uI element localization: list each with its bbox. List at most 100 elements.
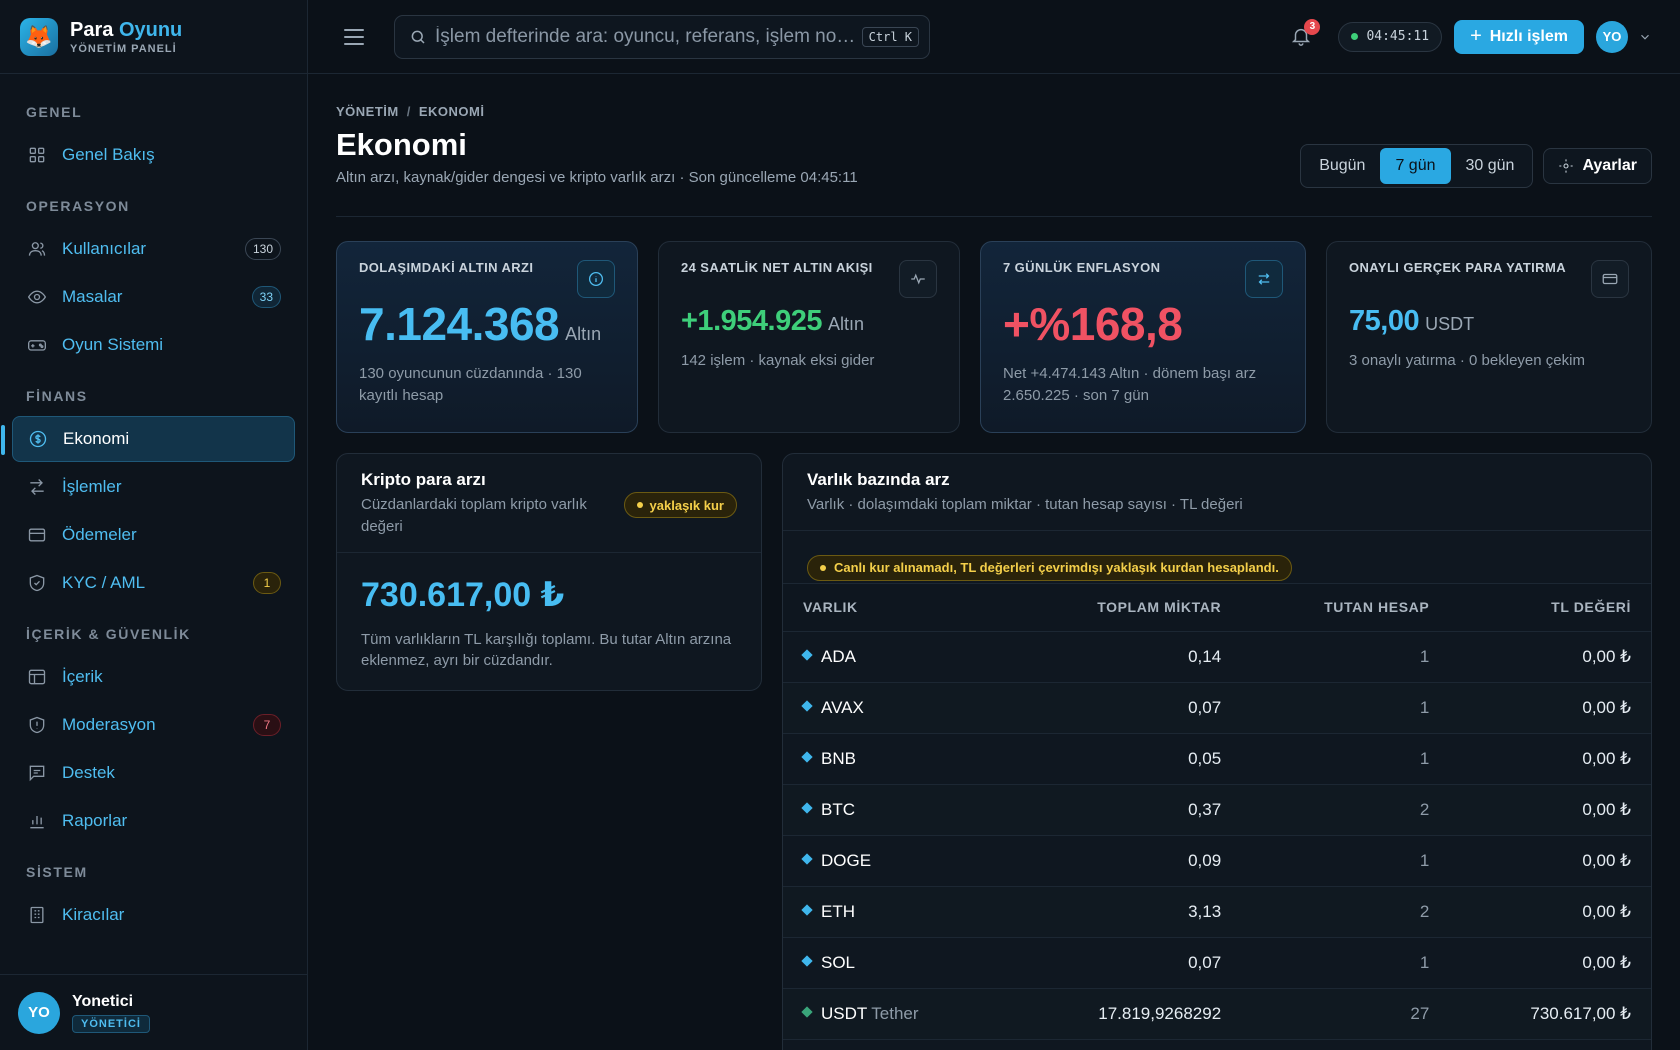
sidebar-item-oyun-sistemi[interactable]: Oyun Sistemi bbox=[12, 322, 295, 368]
notification-count: 3 bbox=[1304, 18, 1321, 35]
approx-rate-badge: yaklaşık kur bbox=[623, 492, 737, 518]
chevron-down-icon[interactable] bbox=[1638, 30, 1652, 44]
search-box[interactable]: Ctrl K bbox=[394, 14, 930, 59]
stat-value: 75,00 bbox=[1349, 305, 1420, 337]
sidebar-item-odemeler[interactable]: Ödemeler bbox=[12, 512, 295, 558]
card-subtitle: Cüzdanlardaki toplam kripto varlık değer… bbox=[361, 496, 587, 535]
sidebar-item-kyc-aml[interactable]: KYC / AML 1 bbox=[12, 560, 295, 606]
range-7-days[interactable]: 7 gün bbox=[1380, 148, 1451, 184]
sidebar-item-ekonomi[interactable]: Ekonomi bbox=[1, 416, 295, 462]
table-row[interactable]: BTC 0,37 2 0,00 ₺ bbox=[783, 784, 1651, 836]
table-row[interactable]: USDT Tether 17.819,9268292 27 730.617,00 … bbox=[783, 988, 1651, 1040]
card-title: Kripto para arzı bbox=[361, 470, 486, 489]
sidebar-nav: GENEL Genel Bakış OPERASYON Kullanıcılar… bbox=[0, 74, 307, 974]
sidebar-item-label: İçerik bbox=[62, 667, 103, 686]
amount-cell: 0,05 bbox=[1006, 733, 1242, 785]
crypto-note: Tüm varlıkların TL karşılığı toplamı. Bu… bbox=[361, 630, 732, 670]
stat-card-net-flow: 24 SAATLİK NET ALTIN AKIŞI +1.954.925 Alt… bbox=[658, 241, 960, 433]
column-header[interactable]: VARLIK bbox=[783, 582, 1007, 632]
nav-section-title: OPERASYON bbox=[26, 198, 130, 214]
sidebar-item-kiracilar[interactable]: Kiracılar bbox=[12, 892, 295, 938]
pulse-icon[interactable] bbox=[899, 260, 937, 298]
layout-icon bbox=[26, 666, 48, 688]
range-today[interactable]: Bugün bbox=[1304, 148, 1380, 184]
notifications-button[interactable]: 3 bbox=[1290, 18, 1321, 49]
sidebar-item-kullanicilar[interactable]: Kullanıcılar 130 bbox=[12, 226, 295, 272]
holders-cell: 1 bbox=[1241, 682, 1450, 734]
nav-section-title: FİNANS bbox=[26, 388, 88, 404]
breadcrumb-item[interactable]: YÖNETİM bbox=[336, 104, 399, 119]
card-icon[interactable] bbox=[1591, 260, 1629, 298]
sidebar-item-label: KYC / AML bbox=[62, 573, 146, 592]
users-icon bbox=[26, 238, 48, 260]
nav-section-title: SİSTEM bbox=[26, 864, 88, 880]
eye-icon bbox=[26, 286, 48, 308]
sidebar-item-moderasyon[interactable]: Moderasyon 7 bbox=[12, 702, 295, 748]
shield-alert-icon bbox=[26, 714, 48, 736]
tl-value-cell: 0,00 ₺ bbox=[1449, 682, 1651, 734]
table-row[interactable]: DOGE 0,09 1 0,00 ₺ bbox=[783, 835, 1651, 887]
info-icon[interactable] bbox=[577, 260, 615, 298]
search-input[interactable] bbox=[435, 25, 862, 48]
nav-section-title: GENEL bbox=[26, 104, 83, 120]
asset-name: BNB bbox=[821, 748, 856, 768]
holders-cell: 2 bbox=[1241, 886, 1450, 938]
range-selector: Bugün 7 gün 30 gün bbox=[1300, 144, 1534, 188]
stat-unit: Altın bbox=[565, 324, 602, 344]
column-header[interactable]: TOPLAM MİKTAR bbox=[1006, 582, 1242, 632]
stat-card-gold-supply: DOLAŞIMDAKİ ALTIN ARZI 7.124.368 Altın 13… bbox=[336, 241, 638, 433]
topbar: Ctrl K 3 04:45:11 + Hızlı işlem YO bbox=[308, 0, 1680, 74]
stat-description: 3 onaylı yatırma · 0 bekleyen çekim bbox=[1349, 352, 1585, 369]
stat-unit: Altın bbox=[827, 314, 864, 334]
sidebar: 🦊 Para Oyunu YÖNETİM PANELİ GENEL Genel … bbox=[0, 0, 308, 1050]
sidebar-item-islemler[interactable]: İşlemler bbox=[12, 464, 295, 510]
sidebar-item-label: Oyun Sistemi bbox=[62, 335, 164, 354]
stat-cards: DOLAŞIMDAKİ ALTIN ARZI 7.124.368 Altın 13… bbox=[336, 241, 1652, 433]
sidebar-item-masalar[interactable]: Masalar 33 bbox=[12, 274, 295, 320]
brand[interactable]: 🦊 Para Oyunu YÖNETİM PANELİ bbox=[0, 0, 307, 74]
sidebar-item-label: Ekonomi bbox=[63, 429, 130, 448]
diamond-icon bbox=[801, 1006, 813, 1018]
tl-value-cell: 730.617,00 ₺ bbox=[1449, 988, 1651, 1040]
quick-action-label: Hızlı işlem bbox=[1489, 27, 1568, 45]
stat-label: DOLAŞIMDAKİ ALTIN ARZI bbox=[359, 260, 534, 275]
user-menu-avatar[interactable]: YO bbox=[1596, 20, 1628, 53]
stat-description: Net +4.474.143 Altın · dönem başı arz 2.… bbox=[1003, 365, 1257, 404]
quick-action-button[interactable]: + Hızlı işlem bbox=[1454, 19, 1584, 54]
role-badge: YÖNETİCİ bbox=[72, 1014, 150, 1033]
current-user[interactable]: YO Yonetici YÖNETİCİ bbox=[0, 974, 307, 1050]
swap-icon[interactable] bbox=[1245, 260, 1283, 298]
stat-label: ONAYLI GERÇEK PARA YATIRMA bbox=[1349, 260, 1566, 275]
main-content: YÖNETİM / EKONOMİ Ekonomi Altın arzı, kayn… bbox=[336, 74, 1652, 1050]
column-header[interactable]: TL DEĞERİ bbox=[1449, 582, 1651, 632]
column-header[interactable]: TUTAN HESAP bbox=[1241, 582, 1450, 632]
table-row[interactable]: BNB 0,05 1 0,00 ₺ bbox=[783, 733, 1651, 785]
range-30-days[interactable]: 30 gün bbox=[1451, 148, 1530, 184]
menu-icon[interactable] bbox=[344, 25, 368, 49]
sidebar-item-genel-bakis[interactable]: Genel Bakış bbox=[12, 132, 295, 178]
grid-icon bbox=[26, 144, 48, 166]
settings-button[interactable]: Ayarlar bbox=[1543, 148, 1652, 184]
table-row[interactable]: AVAX 0,07 1 0,00 ₺ bbox=[783, 682, 1651, 734]
diamond-icon bbox=[801, 853, 813, 865]
asset-name: BTC bbox=[821, 799, 855, 819]
holders-cell: 27 bbox=[1241, 988, 1450, 1040]
table-row[interactable]: ADA 0,14 1 0,00 ₺ bbox=[783, 631, 1651, 683]
table-row[interactable]: ETH 3,13 2 0,00 ₺ bbox=[783, 886, 1651, 938]
count-badge: 130 bbox=[244, 238, 281, 260]
holders-cell: 1 bbox=[1241, 631, 1450, 683]
table-row[interactable]: SOL 0,07 1 0,00 ₺ bbox=[783, 937, 1651, 989]
stat-value: +1.954.925 bbox=[681, 305, 822, 337]
plus-icon: + bbox=[1470, 25, 1482, 47]
breadcrumb: YÖNETİM / EKONOMİ bbox=[336, 104, 485, 119]
sidebar-item-label: Raporlar bbox=[62, 811, 128, 830]
sidebar-item-icerik[interactable]: İçerik bbox=[12, 654, 295, 700]
coin-icon bbox=[27, 428, 49, 450]
tl-value-cell: 0,00 ₺ bbox=[1449, 937, 1651, 989]
count-badge: 33 bbox=[251, 286, 281, 308]
clock-text: 04:45:11 bbox=[1366, 29, 1430, 44]
sidebar-item-label: Genel Bakış bbox=[62, 145, 155, 164]
sidebar-item-destek[interactable]: Destek bbox=[12, 750, 295, 796]
sidebar-item-raporlar[interactable]: Raporlar bbox=[12, 798, 295, 844]
stat-unit: USDT bbox=[1425, 314, 1475, 334]
